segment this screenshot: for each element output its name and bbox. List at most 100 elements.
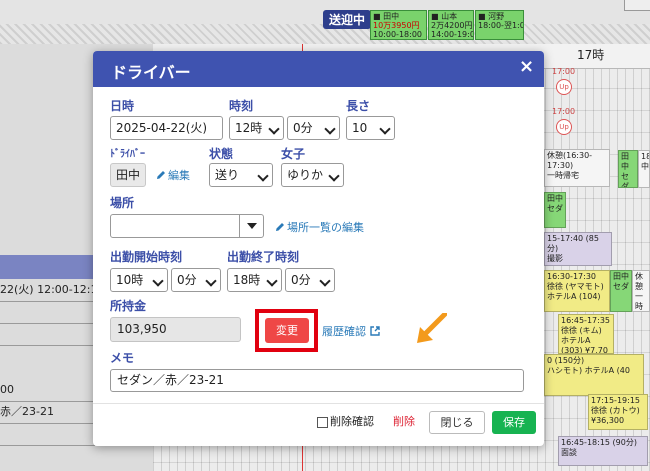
- event-block[interactable]: 休憩 一時: [632, 270, 650, 312]
- end-minute-select[interactable]: 0分: [285, 268, 335, 292]
- event-block-green[interactable]: 田中 セダ: [610, 270, 632, 312]
- start-label: 出勤開始時刻: [110, 250, 183, 264]
- memo-field[interactable]: セダン／赤／23-21: [110, 369, 524, 392]
- time-label: 時刻: [229, 99, 254, 113]
- left-panel-header: [0, 255, 95, 279]
- driver-amount: 2万4200円: [431, 21, 473, 30]
- delete-confirm-checkbox[interactable]: [317, 417, 328, 428]
- state-select[interactable]: 送り: [209, 163, 273, 187]
- save-button[interactable]: 保存: [492, 411, 536, 434]
- length-select[interactable]: 10: [346, 116, 395, 140]
- up-icon[interactable]: Up: [556, 79, 572, 95]
- left-row: [0, 323, 95, 346]
- event-time: 17:00: [552, 107, 576, 116]
- edit-driver-link[interactable]: 編集: [156, 167, 190, 183]
- driver-name: 田中: [383, 12, 400, 21]
- event-time: 17:00: [552, 67, 576, 76]
- event-amount: ¥36,300: [591, 416, 625, 425]
- event-time: 0 (150分): [547, 356, 585, 365]
- event-block-pink[interactable]: 15-17:40 (85分) 撮影: [544, 232, 612, 266]
- driver-time: 18:00-翌1:00: [478, 21, 523, 30]
- event-time: 16:30-17:30: [547, 272, 596, 281]
- modal-title: ドライバー: [111, 63, 191, 82]
- length-select-value: 10: [352, 121, 368, 135]
- modal-header: ドライバー ×: [93, 51, 544, 87]
- event-block-break[interactable]: 休憩(16:30-17:30) 一時帰宅: [544, 149, 610, 187]
- pencil-icon: [276, 223, 284, 231]
- driver-time: 10:00-18:00: [373, 30, 422, 39]
- place-label: 場所: [110, 196, 135, 210]
- driver-chip-tanaka[interactable]: ■ 田中 10万3950円 10:00-18:00: [370, 10, 427, 40]
- driver-name: 山本: [441, 12, 458, 21]
- chevron-down-icon: [266, 275, 278, 287]
- event-detail: 徐徐 (カトウ): [591, 406, 640, 415]
- driver-label: ﾄﾞﾗｲﾊﾞｰ: [110, 149, 145, 160]
- close-icon[interactable]: ×: [519, 56, 534, 77]
- event-block-yellow[interactable]: 16:30-17:30 徐徐 (ヤマモト) ホテルA (104): [544, 270, 610, 312]
- hour-select-value: 12時: [235, 121, 263, 135]
- top-right-button[interactable]: [624, 0, 650, 11]
- chevron-down-icon: [319, 275, 331, 287]
- place-dropdown-button[interactable]: [239, 214, 264, 238]
- driver-name: 河野: [488, 12, 505, 21]
- minute-select[interactable]: 0分: [287, 116, 340, 140]
- history-label: 履歴確認: [322, 325, 366, 338]
- pencil-icon: [157, 171, 165, 179]
- state-label: 状態: [209, 147, 234, 161]
- driver-time: 14:00-19:00: [431, 30, 473, 39]
- start-hour-select[interactable]: 10時: [110, 268, 168, 292]
- start-minute-select[interactable]: 0分: [171, 268, 221, 292]
- event-note: 一時帰宅: [547, 171, 579, 180]
- truck-icon: ■: [431, 12, 439, 21]
- left-row: 00: [0, 379, 95, 402]
- end-hour-select[interactable]: 18時: [227, 268, 282, 292]
- event-time: 17:15-19:15: [591, 396, 640, 405]
- event-block[interactable]: 18:00 中: [638, 150, 650, 188]
- event-block-green[interactable]: 田中 セダン 赤: [618, 150, 638, 188]
- start-hour-value: 10時: [116, 273, 144, 287]
- event-time: 16:45-17:35: [561, 316, 610, 325]
- delete-button[interactable]: 削除: [393, 413, 415, 429]
- edit-driver-label: 編集: [168, 169, 190, 182]
- chevron-down-icon: [152, 275, 164, 287]
- start-minute-value: 0分: [177, 273, 197, 287]
- event-block-green[interactable]: 田中 セダ: [544, 192, 566, 228]
- left-row: [0, 301, 95, 324]
- up-icon[interactable]: Up: [556, 119, 572, 135]
- hour-label-17: 17時: [577, 48, 605, 62]
- event-time: 16:45-18:15 (90分): [561, 438, 637, 447]
- date-label: 日時: [110, 99, 135, 113]
- chevron-down-icon: [257, 170, 269, 182]
- chevron-down-icon: [379, 123, 391, 135]
- event-detail: ハシモト) ホテルA (40: [547, 366, 630, 375]
- state-select-value: 送り: [215, 168, 240, 182]
- driver-amount: 10万3950円: [373, 21, 420, 30]
- hour-select[interactable]: 12時: [229, 116, 284, 140]
- event-block-yellow[interactable]: 17:15-19:15 徐徐 (カトウ) ¥36,300: [588, 394, 648, 430]
- chevron-down-icon: [268, 123, 280, 135]
- driver-chip[interactable]: 田中: [110, 163, 146, 187]
- left-row: 22(火) 12:00-12:10: [0, 279, 95, 302]
- event-block-yellow[interactable]: 0 (150分) ハシモト) ホテルA (40: [544, 354, 644, 396]
- driver-chip-kawano[interactable]: ■ 河野 18:00-翌1:00: [475, 10, 524, 40]
- money-field: 103,950: [110, 317, 241, 342]
- driver-modal: ドライバー × 日時 時刻 長さ 2025-04-22(火) 12時 0分 10…: [93, 51, 544, 446]
- event-block-yellow[interactable]: 16:45-17:35 徐徐 (キム) ホテルA (303) ¥7,70: [558, 314, 614, 354]
- event-time: 休憩(16:30-17:30): [547, 151, 593, 170]
- chevron-down-icon: [328, 170, 340, 182]
- event-note: 面談: [561, 448, 577, 457]
- chevron-down-icon: [324, 123, 336, 135]
- driver-chip-yamamoto[interactable]: ■ 山本 2万4200円 14:00-19:00: [428, 10, 474, 40]
- length-label: 長さ: [346, 99, 371, 113]
- place-list-edit-link[interactable]: 場所一覧の編集: [275, 219, 364, 235]
- change-button[interactable]: 変更: [265, 318, 309, 343]
- chevron-down-icon: [205, 275, 217, 287]
- place-field[interactable]: [110, 214, 240, 238]
- left-row: 赤／23-21: [0, 401, 95, 424]
- close-button[interactable]: 閉じる: [429, 411, 485, 434]
- girl-select[interactable]: ゆりか: [281, 163, 344, 187]
- date-field[interactable]: 2025-04-22(火): [110, 116, 223, 140]
- event-detail: 徐徐 (ヤマモト) ホテルA (104): [547, 282, 604, 301]
- event-block-pink[interactable]: 16:45-18:15 (90分) 面談: [558, 436, 648, 466]
- history-link[interactable]: 履歴確認: [322, 323, 380, 339]
